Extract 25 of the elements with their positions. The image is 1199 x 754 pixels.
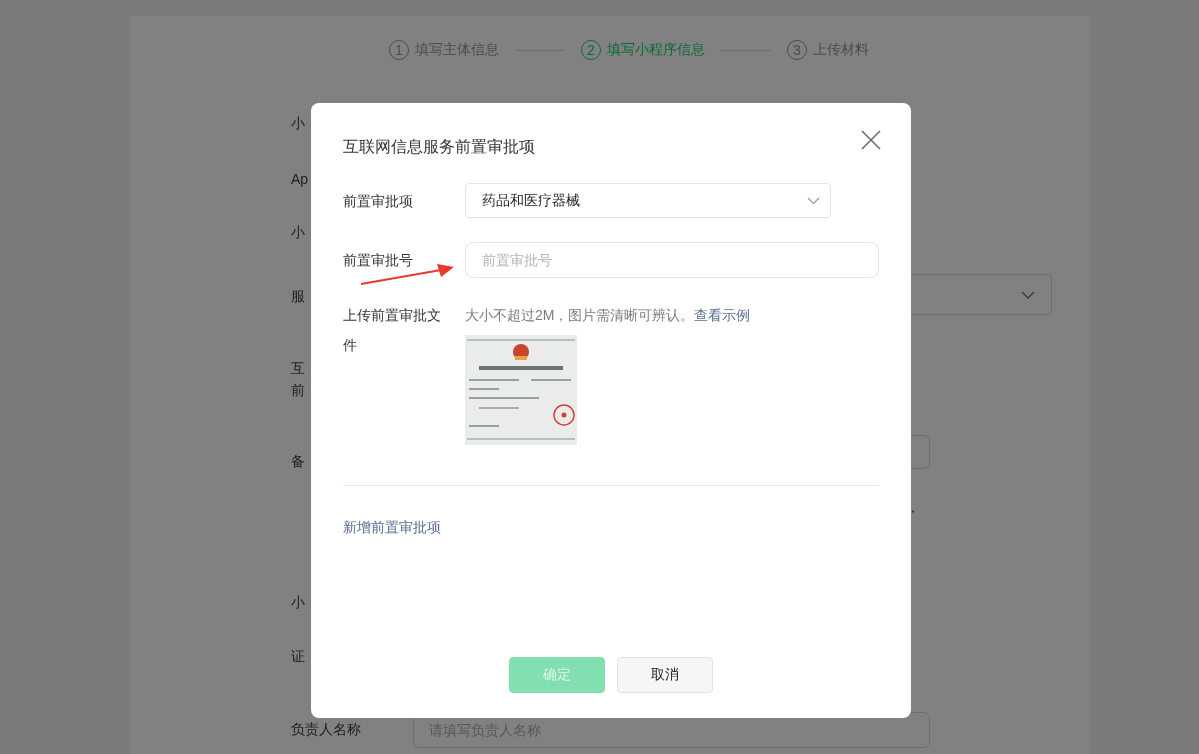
field-label: 前置审批号 [343,251,414,270]
form-label: 前 [291,382,305,400]
view-example-link[interactable]: 查看示例 [694,307,751,323]
approval-number-field[interactable]: 前置审批号 [465,242,879,278]
dialog-title: 互联网信息服务前置审批项 [343,137,535,157]
field-label: 前置审批项 [343,192,414,211]
form-label: 小 [291,115,305,133]
chevron-down-icon [807,196,820,205]
cancel-button[interactable]: 取消 [617,657,713,693]
approval-item-select[interactable]: 药品和医疗器械 [465,183,831,218]
form-label: 小 [291,224,305,242]
form-label: 备 [291,453,305,471]
form-label: 负责人名称 [291,721,362,739]
form-label: Ap [291,171,309,187]
form-label: 小 [291,594,305,612]
chevron-down-icon [1021,290,1035,299]
step-label: 填写小程序信息 [607,41,705,59]
field-hint: ， [906,499,920,517]
close-icon[interactable] [861,130,881,150]
form-label: 证 [291,648,305,666]
upload-hint: 大小不超过2M，图片需清晰可辨认。查看示例 [465,306,751,325]
add-approval-link[interactable]: 新增前置审批项 [343,519,441,537]
form-label: 服 [291,288,305,306]
form-label: 互 [291,360,305,378]
field-label: 上传前置审批文件 [343,306,442,355]
